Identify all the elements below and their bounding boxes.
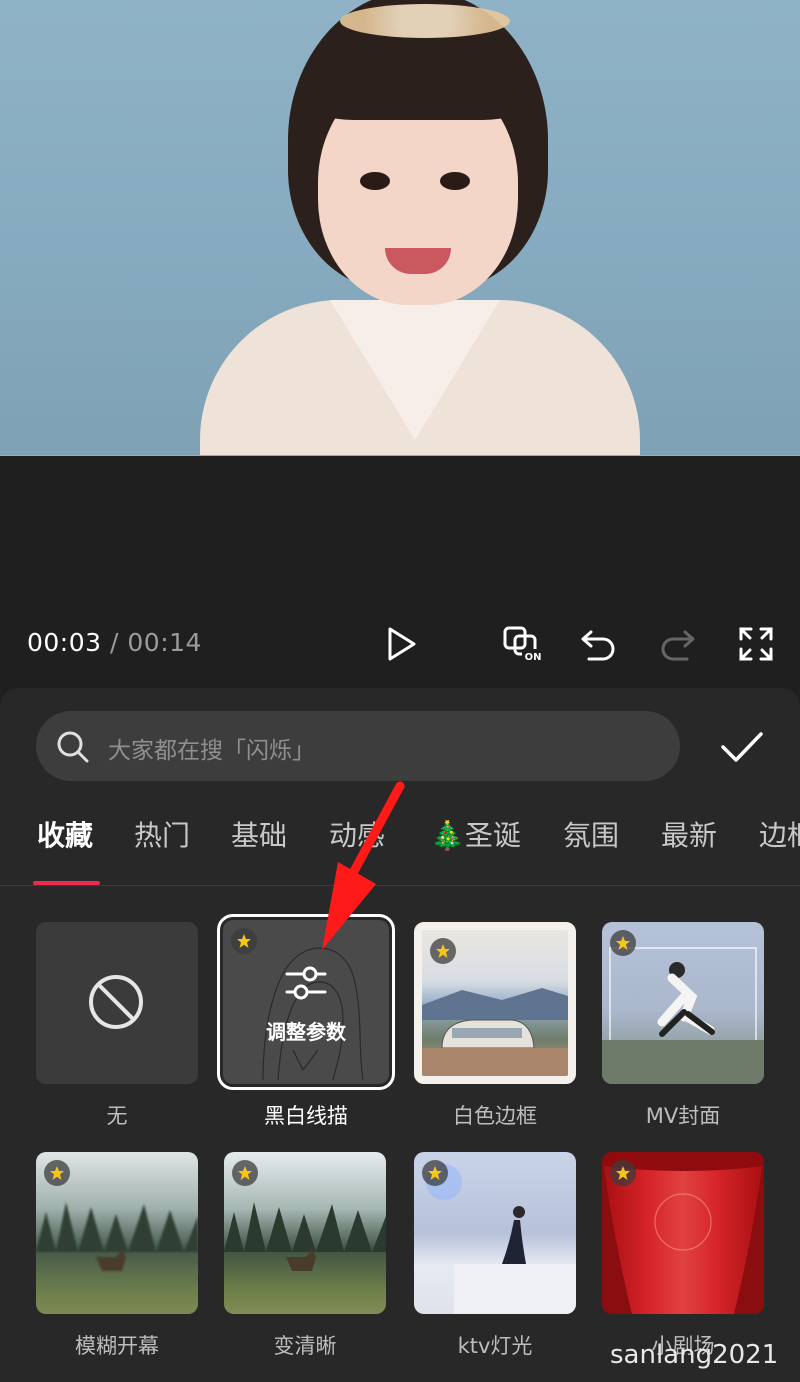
preview-hair-ornament (340, 4, 510, 38)
playback-time: 00:03 / 00:14 (27, 628, 202, 657)
star-icon (50, 1166, 64, 1180)
favorite-badge (231, 928, 257, 954)
svg-text:ON: ON (525, 652, 542, 663)
effect-label-blur-open: 模糊开幕 (75, 1334, 159, 1358)
time-separator: / (110, 628, 119, 657)
star-icon (436, 944, 450, 958)
effect-search-bar[interactable]: 大家都在搜「闪烁」 (36, 711, 680, 781)
favorite-badge (610, 930, 636, 956)
watermark: sanlang2021 (610, 1340, 779, 1370)
effect-card-sharpen[interactable] (224, 1152, 386, 1314)
tabs-divider (0, 885, 800, 886)
adjust-parameters-overlay[interactable]: 调整参数 (223, 1016, 389, 1045)
effect-card-ktv-lights[interactable] (414, 1152, 576, 1314)
keyframe-toggle-button[interactable]: ON (502, 624, 546, 664)
star-icon (616, 1166, 630, 1180)
effect-label-bw-sketch: 黑白线描 (264, 1104, 348, 1128)
total-time: 00:14 (127, 628, 202, 657)
tab-atmosphere[interactable]: 氛围 (563, 814, 619, 854)
play-button[interactable] (381, 624, 421, 664)
video-preview[interactable] (0, 0, 800, 456)
preview-right-eye (440, 172, 470, 190)
effect-card-white-border[interactable] (414, 922, 576, 1084)
star-icon (616, 936, 630, 950)
none-icon (89, 975, 143, 1029)
favorite-badge (422, 1160, 448, 1186)
effect-card-none[interactable] (36, 922, 198, 1084)
redo-icon (661, 630, 695, 661)
tab-dynamic[interactable]: 动感 (329, 814, 385, 854)
preview-bangs (310, 40, 526, 120)
confirm-button[interactable] (716, 724, 768, 770)
favorite-badge (44, 1160, 70, 1186)
effect-label-ktv-lights: ktv灯光 (457, 1334, 533, 1358)
tab-hot[interactable]: 热门 (134, 814, 190, 854)
preview-left-eye (360, 172, 390, 190)
star-icon (428, 1166, 442, 1180)
category-tabs: 收藏 热门 基础 动感 🎄圣诞 氛围 最新 边框 (0, 800, 800, 886)
tab-border[interactable]: 边框 (759, 814, 800, 854)
undo-button[interactable] (579, 624, 619, 664)
favorite-badge (232, 1160, 258, 1186)
sliders-icon[interactable] (284, 964, 328, 1004)
tab-christmas[interactable]: 🎄圣诞 (430, 814, 521, 854)
star-icon (238, 1166, 252, 1180)
effect-card-small-theater[interactable] (602, 1152, 764, 1314)
tab-latest[interactable]: 最新 (661, 814, 717, 854)
tab-favorites[interactable]: 收藏 (37, 814, 93, 854)
effect-card-mv-cover[interactable] (602, 922, 764, 1084)
effect-label-sharpen: 变清晰 (273, 1334, 337, 1358)
search-icon (57, 731, 89, 763)
current-time: 00:03 (27, 628, 102, 657)
effect-card-blur-open[interactable] (36, 1152, 198, 1314)
keyframe-on-icon: ON (503, 626, 544, 663)
fullscreen-button[interactable] (736, 624, 776, 664)
fullscreen-icon (739, 627, 773, 661)
checkmark-icon (721, 732, 763, 762)
redo-button[interactable] (657, 624, 697, 664)
tab-basic[interactable]: 基础 (231, 814, 287, 854)
favorite-badge (610, 1160, 636, 1186)
play-icon (388, 627, 416, 661)
undo-icon (581, 630, 615, 661)
search-placeholder: 大家都在搜「闪烁」 (108, 738, 315, 764)
star-icon (237, 934, 251, 948)
effect-label-mv-cover: MV封面 (645, 1104, 721, 1128)
favorite-badge (430, 938, 456, 964)
effect-card-bw-sketch[interactable]: 调整参数 (217, 914, 395, 1090)
effect-label-white-border: 白色边框 (453, 1104, 537, 1128)
effect-label-none: 无 (106, 1104, 128, 1128)
